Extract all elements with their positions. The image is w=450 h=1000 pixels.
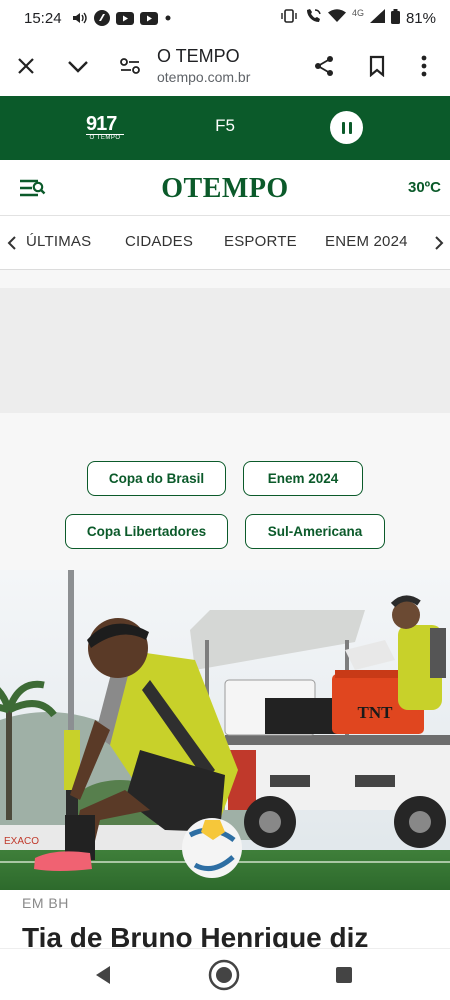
svg-text:EXACO: EXACO bbox=[4, 836, 39, 847]
chevron-left-icon[interactable] bbox=[2, 231, 22, 255]
pause-icon bbox=[341, 121, 345, 134]
nav-item-cidades[interactable]: CIDADES bbox=[125, 233, 193, 250]
bookmark-icon[interactable] bbox=[361, 50, 393, 82]
wifi-icon bbox=[327, 9, 346, 27]
app-icon bbox=[93, 10, 110, 26]
browser-url[interactable]: otempo.com.br bbox=[157, 69, 250, 85]
chevron-down-icon[interactable] bbox=[62, 50, 94, 82]
share-icon[interactable] bbox=[308, 50, 340, 82]
browser-toolbar: O TEMPO otempo.com.br bbox=[0, 36, 450, 96]
more-icon[interactable] bbox=[408, 50, 440, 82]
tag-sul-americana[interactable]: Sul-Americana bbox=[245, 514, 385, 549]
radio-player-bar: 917 O TEMPO F5 bbox=[0, 96, 450, 160]
close-icon[interactable] bbox=[10, 50, 42, 82]
signal-icon bbox=[369, 9, 385, 27]
status-time: 15:24 bbox=[24, 9, 62, 27]
back-icon[interactable] bbox=[94, 965, 112, 990]
page-settings-icon[interactable] bbox=[114, 50, 146, 82]
vibrate-icon bbox=[280, 9, 298, 27]
youtube-icon bbox=[139, 11, 158, 25]
nav-item-ultimas[interactable]: ÚLTIMAS bbox=[26, 233, 91, 250]
youtube-icon bbox=[115, 11, 134, 25]
status-right: 4G 81% bbox=[280, 8, 436, 28]
tag-copa-libertadores[interactable]: Copa Libertadores bbox=[65, 514, 228, 549]
volume-icon bbox=[72, 11, 88, 25]
site-logo[interactable]: OTEMPO bbox=[0, 173, 450, 205]
ad-placeholder[interactable] bbox=[0, 288, 450, 413]
tag-copa-do-brasil[interactable]: Copa do Brasil bbox=[87, 461, 226, 496]
chevron-right-icon[interactable] bbox=[429, 231, 449, 255]
radio-logo-number: 917 bbox=[86, 113, 117, 135]
battery-icon bbox=[390, 8, 400, 28]
battery-level: 81% bbox=[405, 9, 436, 27]
radio-logo-sub: O TEMPO bbox=[86, 134, 124, 141]
browser-page-title[interactable]: O TEMPO bbox=[157, 46, 240, 67]
radio-station-name: F5 bbox=[215, 116, 235, 135]
home-icon[interactable] bbox=[208, 959, 240, 996]
radio-logo[interactable]: 917 O TEMPO bbox=[86, 113, 124, 141]
nav-item-enem[interactable]: ENEM 2024 bbox=[325, 233, 408, 250]
nav-item-esporte[interactable]: ESPORTE bbox=[224, 233, 297, 250]
section-nav: ÚLTIMAS CIDADES ESPORTE ENEM 2024 bbox=[0, 216, 450, 270]
status-bar: 15:24 4G 81% bbox=[0, 0, 450, 36]
network-label: 4G bbox=[351, 8, 364, 18]
system-navigation-bar bbox=[0, 948, 450, 1000]
site-header: OTEMPO 30ºC bbox=[0, 160, 450, 216]
recents-icon[interactable] bbox=[335, 966, 353, 989]
temperature: 30ºC bbox=[408, 179, 441, 196]
image-logo-text: TNT bbox=[358, 703, 394, 722]
pause-button[interactable] bbox=[330, 111, 363, 144]
article-image[interactable]: EXACO TNT bbox=[0, 570, 450, 890]
wifi-call-icon bbox=[304, 8, 322, 28]
dot-icon bbox=[164, 14, 172, 22]
tag-enem-2024[interactable]: Enem 2024 bbox=[243, 461, 363, 496]
article-kicker: EM BH bbox=[22, 895, 69, 911]
